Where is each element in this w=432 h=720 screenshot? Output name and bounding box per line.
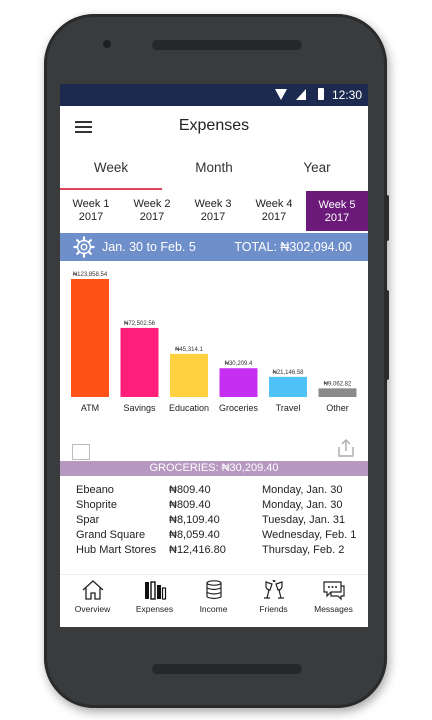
week-2-button[interactable]: Week 2 2017 [122, 191, 182, 231]
expenses-icon [144, 581, 166, 600]
share-icon[interactable] [336, 438, 356, 458]
amount: ₦8,109.40 [169, 514, 220, 526]
date: Monday, Jan. 30 [262, 484, 343, 496]
table-row[interactable]: Shoprite ₦809.40 Monday, Jan. 30 [60, 499, 368, 514]
bar-travel[interactable] [269, 376, 307, 397]
category-label: Travel [276, 403, 301, 413]
week-label: Week 2 [133, 198, 171, 210]
category-label: ATM [81, 403, 99, 413]
week-selector: Week 1 2017 Week 2 2017 Week 3 2017 Week… [60, 191, 368, 231]
coins-icon [205, 580, 222, 600]
store-name: Hub Mart Stores [76, 544, 157, 556]
table-row[interactable]: Grand Square ₦8,059.40 Wednesday, Feb. 1 [60, 529, 368, 544]
amount: ₦809.40 [169, 499, 211, 511]
amount: ₦809.40 [169, 484, 211, 496]
bar-groceries[interactable] [219, 368, 258, 397]
amount: ₦12,416.80 [169, 544, 226, 556]
chat-icon [322, 581, 345, 601]
store-name: Grand Square [76, 529, 146, 541]
store-name: Shoprite [76, 499, 117, 511]
top-speaker [152, 40, 302, 50]
week-1-button[interactable]: Week 1 2017 [61, 191, 121, 231]
category-header: GROCERIES: ₦30,209.40 [60, 461, 368, 476]
home-icon [82, 580, 103, 600]
tab-month[interactable]: Month [163, 160, 265, 175]
week-year: 2017 [200, 211, 226, 223]
gear-icon[interactable] [73, 236, 95, 258]
nav-label: Income [199, 604, 228, 614]
table-row[interactable]: Spar ₦8,109.40 Tuesday, Jan. 31 [60, 514, 368, 529]
week-4-button[interactable]: Week 4 2017 [244, 191, 304, 231]
bar-savings[interactable] [120, 327, 159, 397]
nav-expenses[interactable]: Expenses [124, 579, 185, 614]
nav-label: Messages [314, 604, 353, 614]
amount: ₦8,059.40 [169, 529, 220, 541]
front-camera [103, 40, 111, 48]
date-range: Jan. 30 to Feb. 5 [102, 240, 196, 254]
tab-year[interactable]: Year [266, 160, 368, 175]
naira-legend-icon [72, 444, 90, 460]
week-label: Week 1 [72, 198, 110, 210]
bottom-navigation: Overview Expenses Income Friends Message… [60, 574, 368, 627]
week-label: Week 3 [194, 198, 232, 210]
total-amount: TOTAL: ₦302,094.00 [234, 240, 352, 254]
page-title: Expenses [178, 117, 250, 134]
bar-value-label: ₦21,146.58 [272, 370, 304, 376]
battery-icon [318, 88, 324, 100]
wifi-icon [275, 89, 287, 100]
signal-icon [296, 89, 306, 100]
expenses-bar-chart: ₦123,858.54 ATM ₦72,502.56 Savings ₦45,314.1… [71, 272, 357, 413]
store-name: Spar [76, 514, 100, 526]
date: Thursday, Feb. 2 [262, 544, 345, 556]
category-label: Other [326, 403, 349, 413]
power-button [384, 195, 389, 241]
period-tabs: Week Month Year [60, 160, 368, 192]
week-label: Week 4 [255, 198, 293, 210]
date: Wednesday, Feb. 1 [262, 529, 357, 541]
category-label: Education [169, 403, 209, 413]
bar-atm[interactable] [71, 279, 109, 397]
week-year: 2017 [139, 211, 165, 223]
bar-value-label: ₦123,858.54 [73, 272, 108, 278]
category-label: Groceries [219, 403, 259, 413]
week-year: 2017 [261, 211, 287, 223]
nav-label: Overview [74, 604, 111, 614]
bar-value-label: ₦9,062.82 [324, 381, 352, 387]
table-row[interactable]: Ebeano ₦809.40 Monday, Jan. 30 [60, 484, 368, 499]
store-name: Ebeano [76, 484, 114, 496]
week-year: 2017 [324, 212, 350, 224]
summary-bar: Jan. 30 to Feb. 5 TOTAL: ₦302,094.00 [60, 233, 368, 261]
bar-value-label: ₦45,314.1 [175, 347, 203, 353]
nav-friends[interactable]: Friends [243, 579, 304, 614]
status-bar: 12:30 [60, 84, 368, 106]
volume-button [384, 290, 389, 380]
table-row[interactable]: Hub Mart Stores ₦12,416.80 Thursday, Feb… [60, 544, 368, 559]
nav-overview[interactable]: Overview [62, 579, 123, 614]
nav-income[interactable]: Income [183, 579, 244, 614]
app-screen: 12:30 Expenses Week Month Year Week 1 20… [60, 84, 368, 627]
bar-education[interactable] [170, 353, 208, 397]
nav-label: Expenses [135, 604, 174, 614]
nav-label: Friends [259, 604, 288, 614]
week-year: 2017 [78, 211, 104, 223]
bar-value-label: ₦72,502.56 [124, 321, 156, 327]
cheers-icon [263, 579, 284, 599]
bar-other[interactable] [318, 388, 357, 397]
week-5-button[interactable]: Week 5 2017 [306, 191, 368, 231]
chart-toolbar [60, 436, 368, 464]
week-3-button[interactable]: Week 3 2017 [183, 191, 243, 231]
nav-messages[interactable]: Messages [303, 579, 364, 614]
date: Tuesday, Jan. 31 [262, 514, 346, 526]
category-label: Savings [123, 403, 156, 413]
status-time: 12:30 [331, 88, 362, 102]
tab-week[interactable]: Week [60, 160, 162, 190]
bottom-speaker [152, 664, 302, 674]
bar-value-label: ₦30,209.4 [225, 361, 253, 367]
app-bar: Expenses [60, 106, 368, 148]
date: Monday, Jan. 30 [262, 499, 343, 511]
week-label: Week 5 [318, 199, 356, 211]
